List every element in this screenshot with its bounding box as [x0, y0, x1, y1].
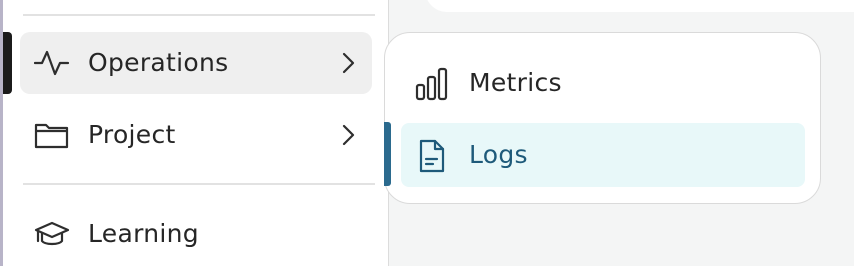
sidebar-divider: [23, 14, 375, 16]
submenu-item-label: Metrics: [469, 68, 562, 97]
sidebar-item-operations[interactable]: Operations: [20, 32, 372, 94]
chevron-right-icon: [338, 123, 358, 147]
sidebar-item-label: Operations: [88, 48, 229, 77]
selected-indicator: [384, 122, 391, 186]
sidebar: Operations Project Learning: [3, 0, 389, 266]
operations-submenu: Metrics Logs: [384, 32, 821, 204]
activity-icon: [33, 49, 70, 77]
main-content-panel: [425, 0, 854, 12]
graduation-cap-icon: [34, 220, 70, 248]
sidebar-item-label: Project: [88, 120, 176, 149]
chevron-right-icon: [338, 51, 358, 75]
sidebar-item-project[interactable]: Project: [20, 104, 372, 166]
document-icon: [415, 139, 449, 173]
submenu-item-label: Logs: [469, 140, 528, 169]
submenu-item-logs[interactable]: Logs: [401, 123, 805, 187]
bar-chart-icon: [415, 67, 449, 101]
sidebar-item-learning[interactable]: Learning: [20, 203, 372, 265]
app-window: Operations Project Learning Metrics Logs: [0, 0, 854, 266]
submenu-item-metrics[interactable]: Metrics: [401, 51, 805, 115]
sidebar-item-label: Learning: [88, 219, 199, 248]
sidebar-divider: [23, 183, 375, 185]
active-indicator: [3, 32, 12, 94]
folder-icon: [34, 121, 70, 149]
